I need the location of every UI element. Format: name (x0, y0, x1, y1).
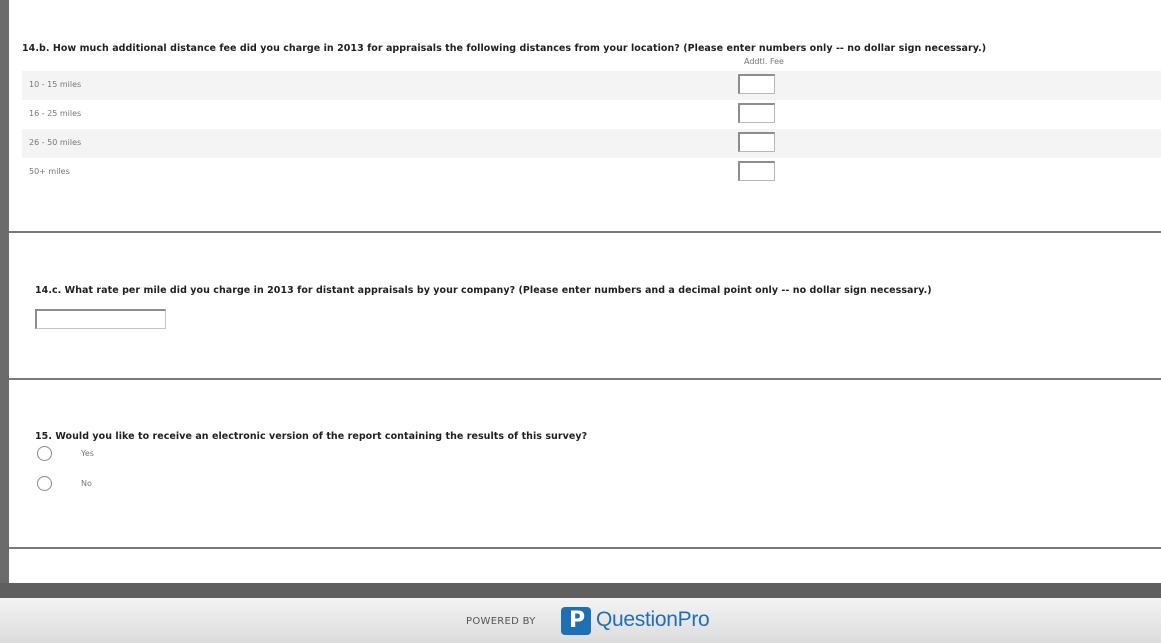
survey-page: 14.b. How much additional distance fee d… (9, 0, 1161, 598)
left-border (0, 0, 9, 598)
addtl-fee-input-26-50[interactable] (738, 132, 775, 152)
addtl-fee-input-10-15[interactable] (738, 74, 775, 94)
distance-row-label: 26 - 50 miles (29, 138, 82, 147)
distance-row: 16 - 25 miles (22, 100, 1161, 129)
addtl-fee-column-header: Addtl. Fee (744, 57, 784, 66)
powered-by-footer: POWERED BY P QuestionPro (0, 598, 1161, 643)
radio-option-yes[interactable]: Yes (37, 446, 237, 464)
distance-row-label: 10 - 15 miles (29, 80, 82, 89)
radio-option-no[interactable]: No (37, 476, 237, 494)
distance-row: 50+ miles (22, 158, 1161, 187)
radio-label-yes[interactable]: Yes (81, 449, 94, 458)
radio-button-yes[interactable] (37, 446, 52, 461)
rate-per-mile-input[interactable] (35, 309, 166, 329)
powered-by-label: POWERED BY (466, 616, 536, 627)
footer-top-bar (0, 583, 1161, 598)
logo-letter: P (569, 608, 586, 633)
distance-row: 10 - 15 miles (22, 71, 1161, 100)
section-divider (9, 547, 1161, 549)
question-14b-title: 14.b. How much additional distance fee d… (22, 43, 987, 54)
radio-button-no[interactable] (37, 476, 52, 491)
questionpro-brand-name[interactable]: QuestionPro (596, 608, 710, 632)
distance-row: 26 - 50 miles (22, 129, 1161, 158)
distance-row-label: 16 - 25 miles (29, 109, 82, 118)
section-divider (9, 231, 1161, 233)
addtl-fee-input-50-plus[interactable] (738, 161, 775, 181)
question-14c-title: 14.c. What rate per mile did you charge … (35, 285, 932, 296)
section-divider (9, 378, 1161, 380)
questionpro-logo-icon[interactable]: P (561, 607, 591, 635)
question-15-title: 15. Would you like to receive an electro… (35, 431, 588, 442)
addtl-fee-input-16-25[interactable] (738, 103, 775, 123)
radio-label-no[interactable]: No (81, 479, 92, 488)
distance-row-label: 50+ miles (29, 167, 70, 176)
